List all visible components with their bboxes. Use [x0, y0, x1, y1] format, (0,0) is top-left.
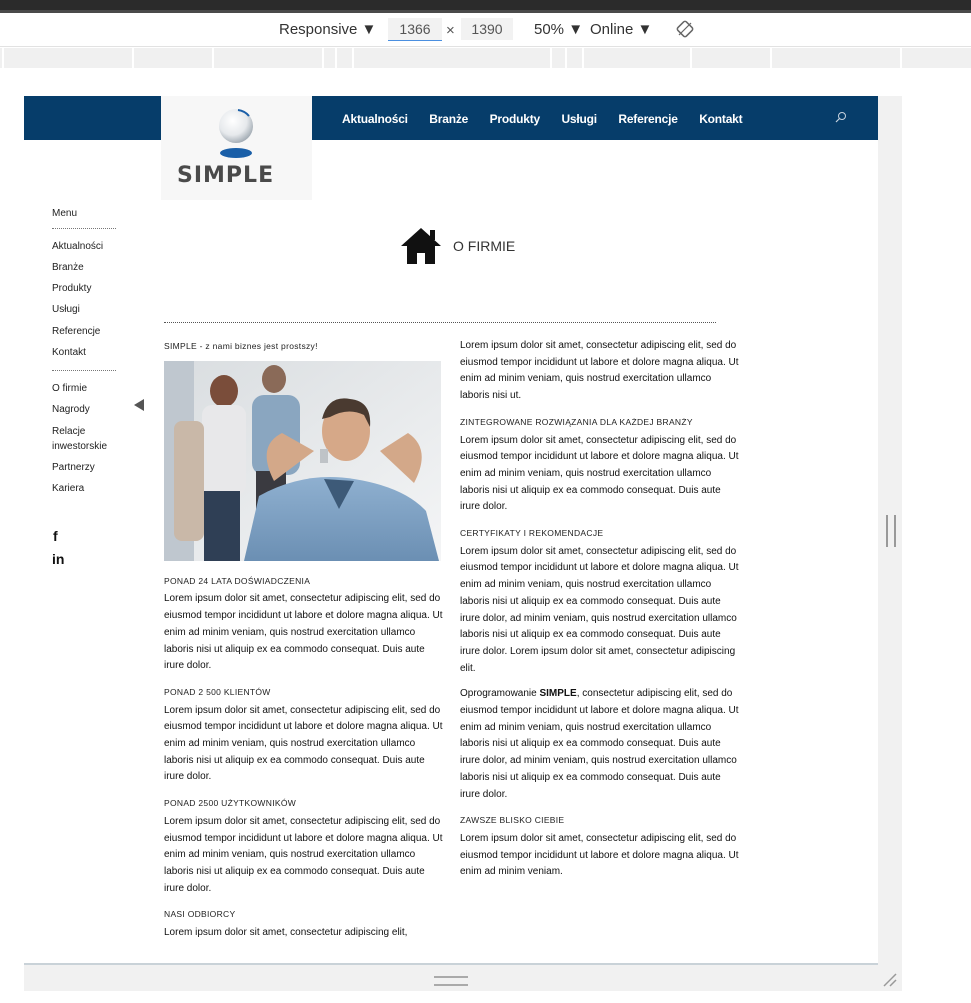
- page-title: O FIRMIE: [453, 238, 516, 254]
- section-text: Lorem ipsum dolor sit amet, consectetur …: [460, 545, 739, 674]
- nav-item-uslugi[interactable]: Usługi: [561, 112, 597, 126]
- page-bottom-border: [24, 963, 878, 965]
- section-title: NASI ODBIORCY: [164, 909, 236, 920]
- nav-item-aktualnosci[interactable]: Aktualności: [342, 112, 408, 126]
- section-title: CERTYFIKATY I REKOMENDACJE: [460, 528, 604, 539]
- device-select[interactable]: Responsive ▼: [279, 21, 376, 38]
- emulated-page: Aktualności Branże Produkty Usługi Refer…: [24, 96, 878, 964]
- section-title: PONAD 24 LATA DOŚWIADCZENIA: [164, 575, 311, 586]
- linkedin-icon[interactable]: in: [52, 551, 64, 567]
- nav-item-branze[interactable]: Branże: [429, 112, 468, 126]
- side-item-branze[interactable]: Branże: [52, 260, 84, 275]
- side-item-relacje[interactable]: Relacje: [52, 424, 85, 439]
- horizontal-resize-handle[interactable]: [434, 976, 468, 986]
- side-item-nagrody[interactable]: Nagrody: [52, 402, 90, 417]
- section-title: ZINTEGROWANE ROZWIĄZANIA DLA KAŻDEJ BRAN…: [460, 416, 693, 427]
- intro-text: Lorem ipsum dolor sit amet, consectetur …: [460, 340, 739, 402]
- section-text: Lorem ipsum dolor sit amet, consectetur …: [164, 593, 443, 672]
- collapse-arrow-icon[interactable]: [134, 399, 144, 411]
- section-title: PONAD 2500 UŻYTKOWNIKÓW: [164, 798, 297, 809]
- right-column: Lorem ipsum dolor sit amet, consectetur …: [460, 338, 740, 890]
- height-field[interactable]: 1390: [461, 18, 513, 40]
- width-field[interactable]: 1366: [388, 18, 442, 41]
- media-query-ruler[interactable]: [0, 48, 971, 68]
- section-text: Lorem ipsum dolor sit amet, consectetur …: [164, 704, 443, 783]
- section-text: Lorem ipsum dolor sit amet, consectetur …: [164, 815, 443, 894]
- logo-wordmark: SIMPLE: [177, 163, 275, 188]
- side-item-uslugi[interactable]: Usługi: [52, 302, 80, 317]
- home-icon: [399, 226, 443, 271]
- left-column: SIMPLE - z nami biznes jest prostszy! PO…: [164, 338, 446, 951]
- hero-photo: [164, 360, 441, 561]
- facebook-icon[interactable]: f: [53, 528, 58, 544]
- side-item-o-firmie[interactable]: O firmie: [52, 381, 87, 396]
- nav-item-referencje[interactable]: Referencje: [618, 112, 678, 126]
- section-title: ZAWSZE BLISKO CIEBIE: [460, 815, 565, 826]
- section-title: PONAD 2 500 KLIENTÓW: [164, 686, 271, 697]
- main-nav: Aktualności Branże Produkty Usługi Refer…: [342, 110, 759, 128]
- zoom-select[interactable]: 50% ▼: [534, 21, 583, 38]
- site-navbar: Aktualności Branże Produkty Usługi Refer…: [24, 96, 878, 140]
- side-item-partnerzy[interactable]: Partnerzy: [52, 460, 95, 475]
- software-prefix: Oprogramowanie: [460, 688, 540, 700]
- rotate-icon[interactable]: [675, 19, 695, 43]
- software-text: Oprogramowanie SIMPLE, consectetur adipi…: [460, 686, 740, 803]
- section-text: Lorem ipsum dolor sit amet, consectetur …: [460, 434, 739, 513]
- side-menu-divider: [52, 370, 116, 371]
- dimension-separator: ×: [446, 22, 455, 39]
- logo-globe-icon: [219, 109, 253, 158]
- software-brand: SIMPLE: [539, 688, 577, 700]
- side-item-inwestorskie[interactable]: inwestorskie: [52, 439, 107, 454]
- search-icon[interactable]: [834, 110, 848, 129]
- nav-item-kontakt[interactable]: Kontakt: [699, 112, 742, 126]
- network-select[interactable]: Online ▼: [590, 21, 652, 38]
- vertical-resize-handle[interactable]: [886, 515, 896, 547]
- resize-handle-icon[interactable]: [880, 970, 900, 995]
- side-item-kontakt[interactable]: Kontakt: [52, 345, 86, 360]
- side-item-produkty[interactable]: Produkty: [52, 281, 91, 296]
- nav-item-produkty[interactable]: Produkty: [490, 112, 541, 126]
- site-logo[interactable]: SIMPLE: [161, 96, 312, 200]
- section-text: Lorem ipsum dolor sit amet, consectetur …: [164, 927, 408, 939]
- tagline: SIMPLE - z nami biznes jest prostszy!: [164, 341, 318, 351]
- content-divider: [164, 322, 716, 323]
- side-menu-divider: [52, 228, 116, 229]
- section-text: Lorem ipsum dolor sit amet, consectetur …: [460, 832, 739, 878]
- software-body: , consectetur adipiscing elit, sed do ei…: [460, 688, 739, 800]
- side-item-kariera[interactable]: Kariera: [52, 481, 84, 496]
- device-toolbar: Responsive ▼ 1366 × 1390 50% ▼ Online ▼: [0, 13, 971, 47]
- side-item-referencje[interactable]: Referencje: [52, 324, 100, 339]
- side-menu-title: Menu: [52, 208, 78, 219]
- side-item-aktualnosci[interactable]: Aktualności: [52, 239, 103, 254]
